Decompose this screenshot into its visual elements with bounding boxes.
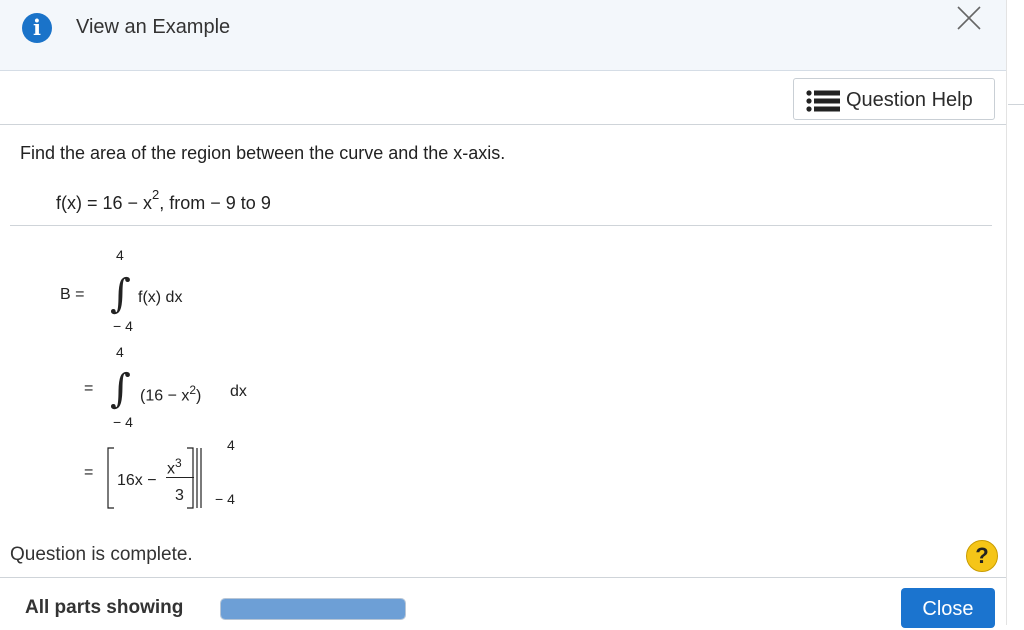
function-lhs: f(x) = 16 − x <box>56 193 153 213</box>
equals-sign: = <box>84 380 94 397</box>
divider <box>0 577 1006 578</box>
fraction-numerator: x3 <box>167 456 182 478</box>
eval-upper-limit: 4 <box>227 437 235 453</box>
function-definition: f(x) = 16 − x2, from − 9 to 9 <box>56 187 271 214</box>
question-prompt: Find the area of the region between the … <box>20 143 506 163</box>
question-help-button[interactable]: Question Help <box>793 78 995 120</box>
integrand: (16 − x2) <box>140 383 201 405</box>
b-label: B = <box>60 286 85 303</box>
antiderivative-term: 16x − <box>117 472 157 489</box>
equals-sign: = <box>84 464 94 481</box>
divider <box>1008 104 1024 105</box>
numerator-exponent: 3 <box>175 456 182 470</box>
parts-showing-label: All parts showing <box>25 597 184 618</box>
differential: dx <box>230 383 247 400</box>
integrand-close: ) <box>196 387 202 405</box>
function-range: , from − 9 to 9 <box>159 193 271 213</box>
close-icon[interactable] <box>954 3 984 33</box>
help-icon[interactable]: ? <box>966 540 998 572</box>
fraction-bar <box>166 477 194 478</box>
divider <box>10 225 992 226</box>
divider <box>0 124 1006 125</box>
close-button[interactable]: Close <box>901 588 995 628</box>
eval-lower-limit: − 4 <box>215 491 235 507</box>
lower-limit: − 4 <box>113 414 133 430</box>
view-example-link[interactable]: View an Example <box>76 16 230 39</box>
integrand: f(x) dx <box>138 289 183 306</box>
question-help-label: Question Help <box>846 89 973 111</box>
lower-limit: − 4 <box>113 318 133 334</box>
integrand-open: (16 − x <box>140 387 190 405</box>
numerator-variable: x <box>167 460 175 478</box>
upper-limit: 4 <box>116 344 124 360</box>
side-panel-edge <box>1006 0 1024 625</box>
fraction-denominator: 3 <box>175 487 184 504</box>
list-icon <box>806 90 840 112</box>
integral-sign: ∫ <box>110 271 131 317</box>
integral-sign: ∫ <box>110 366 131 412</box>
completion-status: Question is complete. <box>10 544 193 565</box>
upper-limit: 4 <box>116 247 124 263</box>
progress-fill <box>221 599 405 619</box>
example-bar: i View an Example <box>0 0 1006 71</box>
info-icon: i <box>22 13 52 43</box>
function-exponent: 2 <box>152 187 160 202</box>
progress-bar <box>220 598 406 620</box>
